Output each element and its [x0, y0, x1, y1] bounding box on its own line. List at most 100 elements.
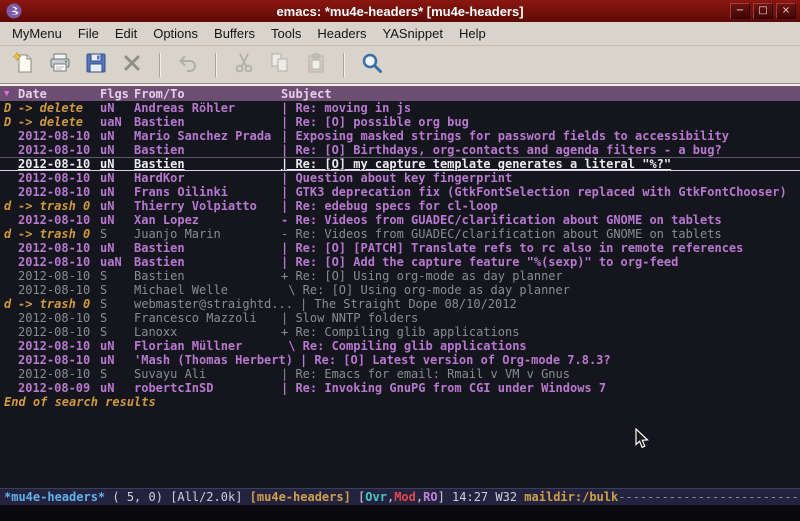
message-row[interactable]: d-> trash 0SJuanjo Marin- Re: Videos fro… — [0, 227, 800, 241]
search-button[interactable] — [356, 50, 388, 80]
subject-cell: | Re: Emacs for email: Rmail v VM v Gnus — [281, 367, 570, 381]
menu-item-file[interactable]: File — [70, 23, 107, 44]
date-cell: -> delete — [18, 101, 100, 115]
modeline-segment: Mod — [394, 490, 416, 504]
message-row[interactable]: 2012-08-10SBastien+ Re: [O] Using org-mo… — [0, 269, 800, 283]
close-button[interactable]: × — [776, 3, 796, 19]
headers-header-line: ▼ Date Flgs From/To Subject — [0, 86, 800, 101]
menu-item-yasnippet[interactable]: YASnippet — [374, 23, 450, 44]
headers-list: D-> deleteuNAndreas Röhler| Re: moving i… — [0, 101, 800, 395]
subject-cell: | Re: [O] Birthdays, org-contacts and ag… — [281, 143, 722, 157]
message-row[interactable]: 2012-08-10uNFrans Oilinki| GTK3 deprecat… — [0, 185, 800, 199]
mark-cell — [4, 311, 18, 325]
message-row[interactable]: D-> deleteuNAndreas Röhler| Re: moving i… — [0, 101, 800, 115]
subject-cell: | Re: [O] my capture template generates … — [281, 157, 671, 171]
menu-item-options[interactable]: Options — [145, 23, 206, 44]
emacs-window: emacs: *mu4e-headers* [mu4e-headers] −□×… — [0, 0, 800, 521]
flags-cell: uN — [100, 339, 134, 353]
message-row[interactable]: 2012-08-10uNBastien| Re: [O] Birthdays, … — [0, 143, 800, 157]
column-header-date[interactable]: Date — [18, 87, 100, 101]
menu-item-edit[interactable]: Edit — [107, 23, 145, 44]
date-cell: 2012-08-10 — [18, 171, 100, 185]
minimize-button[interactable]: − — [730, 3, 750, 19]
paste-icon — [304, 51, 328, 78]
column-header-subject[interactable]: Subject — [281, 87, 332, 101]
from-cell: Frans Oilinki — [134, 185, 281, 199]
modeline-segment: RO — [423, 490, 437, 504]
from-cell: Bastien — [134, 115, 281, 129]
date-cell: 2012-08-10 — [18, 325, 100, 339]
from-cell: Lanoxx — [134, 325, 281, 339]
flags-cell: uN — [100, 213, 134, 227]
modeline-segment: [ — [358, 490, 365, 504]
date-cell: 2012-08-10 — [18, 255, 100, 269]
message-row[interactable]: 2012-08-10uNXan Lopez- Re: Videos from G… — [0, 213, 800, 227]
message-row[interactable]: 2012-08-10uaNBastien| Re: [O] Add the ca… — [0, 255, 800, 269]
from-cell: Bastien — [134, 157, 281, 171]
column-header-from[interactable]: From/To — [134, 87, 281, 101]
menu-item-mymenu[interactable]: MyMenu — [4, 23, 70, 44]
from-cell: Bastien — [134, 143, 281, 157]
sort-descending-icon[interactable]: ▼ — [4, 89, 18, 99]
date-cell: 2012-08-09 — [18, 381, 100, 395]
message-row[interactable]: 2012-08-10SFrancesco Mazzoli| Slow NNTP … — [0, 311, 800, 325]
new-file-button[interactable] — [8, 50, 40, 80]
message-row[interactable]: d-> trash 0Swebmaster@straightd...| The … — [0, 297, 800, 311]
copy-icon — [268, 51, 292, 78]
flags-cell: uaN — [100, 255, 134, 269]
new-file-icon — [12, 51, 36, 78]
message-row[interactable]: 2012-08-09uNrobertcInSD| Re: Invoking Gn… — [0, 381, 800, 395]
subject-cell: | Re: Invoking GnuPG from CGI under Wind… — [281, 381, 606, 395]
kill-buffer-button[interactable] — [116, 50, 148, 80]
print-icon — [48, 51, 72, 78]
flags-cell: uN — [100, 185, 134, 199]
mark-cell — [4, 241, 18, 255]
date-cell: -> trash 0 — [18, 297, 100, 311]
modeline-segment: [All/2.0k] — [170, 490, 249, 504]
subject-cell: - Re: Videos from GUADEC/clarification a… — [281, 227, 722, 241]
menu-item-buffers[interactable]: Buffers — [206, 23, 263, 44]
menu-item-tools[interactable]: Tools — [263, 23, 309, 44]
menu-item-help[interactable]: Help — [451, 23, 494, 44]
mark-cell — [4, 325, 18, 339]
from-cell: Thierry Volpiatto — [134, 199, 281, 213]
message-row[interactable]: 2012-08-10uNFlorian Müllner \ Re: Compil… — [0, 339, 800, 353]
subject-cell: \ Re: [O] Using org-mode as day planner — [281, 283, 570, 297]
message-row[interactable]: 2012-08-10uNBastien| Re: [O] my capture … — [0, 157, 800, 171]
copy-button[interactable] — [264, 50, 296, 80]
subject-cell: + Re: Compiling glib applications — [281, 325, 519, 339]
modeline-segment: ] — [438, 490, 452, 504]
date-cell: 2012-08-10 — [18, 339, 100, 353]
mark-cell — [4, 283, 18, 297]
undo-icon — [176, 51, 200, 78]
menu-item-headers[interactable]: Headers — [309, 23, 374, 44]
buffer-area[interactable]: ▼ Date Flgs From/To Subject D-> deleteuN… — [0, 84, 800, 521]
minibuffer[interactable] — [0, 505, 800, 521]
flags-cell: uN — [100, 157, 134, 171]
modeline-segment: ( 5, 0) — [105, 490, 170, 504]
save-button[interactable] — [80, 50, 112, 80]
subject-cell: - Re: Videos from GUADEC/clarification a… — [281, 213, 722, 227]
message-row[interactable]: 2012-08-10uNMario Sanchez Prada| Exposin… — [0, 129, 800, 143]
cut-button[interactable] — [228, 50, 260, 80]
undo-button[interactable] — [172, 50, 204, 80]
title-bar[interactable]: emacs: *mu4e-headers* [mu4e-headers] −□× — [0, 0, 800, 22]
maximize-button[interactable]: □ — [753, 3, 773, 19]
print-button[interactable] — [44, 50, 76, 80]
message-row[interactable]: d-> trash 0uNThierry Volpiatto| Re: edeb… — [0, 199, 800, 213]
message-row[interactable]: 2012-08-10uNHardKor| Question about key … — [0, 171, 800, 185]
column-header-flags[interactable]: Flgs — [100, 87, 134, 101]
message-row[interactable]: D-> deleteuaNBastien| Re: [O] possible o… — [0, 115, 800, 129]
flags-cell: uN — [100, 353, 134, 367]
paste-button[interactable] — [300, 50, 332, 80]
message-row[interactable]: 2012-08-10SSuvayu Ali| Re: Emacs for ema… — [0, 367, 800, 381]
date-cell: 2012-08-10 — [18, 143, 100, 157]
message-row[interactable]: 2012-08-10SLanoxx+ Re: Compiling glib ap… — [0, 325, 800, 339]
message-row[interactable]: 2012-08-10uNBastien| Re: [O] [PATCH] Tra… — [0, 241, 800, 255]
mark-cell: d — [4, 227, 18, 241]
message-row[interactable]: 2012-08-10SMichael Welle \ Re: [O] Using… — [0, 283, 800, 297]
toolbar-separator — [343, 53, 345, 77]
message-row[interactable]: 2012-08-10uN'Mash (Thomas Herbert)| Re: … — [0, 353, 800, 367]
modeline-segment: maildir:/bulk — [524, 490, 618, 504]
subject-cell: | Re: [O] Add the capture feature "%(sex… — [281, 255, 678, 269]
